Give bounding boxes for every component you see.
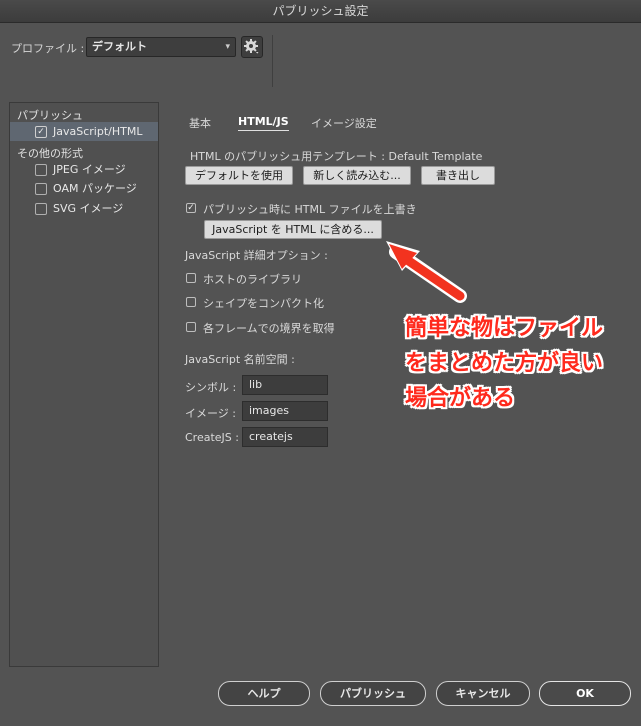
profile-label: プロファイル : <box>11 42 85 55</box>
createjs-namespace-input[interactable]: createjs <box>242 427 328 447</box>
profile-select[interactable]: デフォルト ▾ <box>86 37 236 57</box>
sidebar-item-checkbox[interactable]: ✓ <box>35 126 47 138</box>
template-text: HTML のパブリッシュ用テンプレート : Default Template <box>190 150 483 163</box>
window-title: パブリッシュ設定 <box>0 0 641 23</box>
profile-select-value: デフォルト <box>92 40 147 53</box>
annotation-text: 簡単な物はファイル をまとめた方が良い 場合がある <box>405 311 635 416</box>
import-new-button[interactable]: 新しく読み込む... <box>303 166 411 185</box>
tab-image-settings[interactable]: イメージ設定 <box>311 115 377 131</box>
tab-basic[interactable]: 基本 <box>189 115 211 131</box>
sidebar-item-oam[interactable]: OAM パッケージ <box>10 179 158 198</box>
sidebar-section-other: その他の形式 <box>17 147 83 160</box>
sidebar-item-label: JPEG イメージ <box>53 163 126 176</box>
compact-shapes-label: シェイプをコンパクト化 <box>203 297 324 310</box>
sidebar-item-label: JavaScript/HTML <box>53 125 143 138</box>
export-button[interactable]: 書き出し <box>421 166 495 185</box>
publish-button[interactable]: パブリッシュ <box>320 681 426 706</box>
sidebar-item-label: SVG イメージ <box>53 202 124 215</box>
sidebar-item-label: OAM パッケージ <box>53 182 137 195</box>
overwrite-html-checkbox[interactable]: ✓ <box>186 203 196 213</box>
profile-options-button[interactable] <box>241 36 263 58</box>
multiframe-bounds-label: 各フレームでの境界を取得 <box>203 322 335 335</box>
images-namespace-input[interactable]: images <box>242 401 328 421</box>
sidebar-item-checkbox[interactable] <box>35 164 47 176</box>
use-default-button[interactable]: デフォルトを使用 <box>185 166 293 185</box>
advanced-options-heading: JavaScript 詳細オプション : <box>185 249 328 262</box>
images-namespace-label: イメージ : <box>185 407 236 420</box>
host-libraries-checkbox[interactable] <box>186 273 196 283</box>
overwrite-html-label: パブリッシュ時に HTML ファイルを上書き <box>203 203 417 216</box>
help-button[interactable]: ヘルプ <box>218 681 310 706</box>
tab-html-js[interactable]: HTML/JS <box>238 115 289 131</box>
compact-shapes-checkbox[interactable] <box>186 297 196 307</box>
header-divider <box>272 35 273 87</box>
sidebar-section-publish: パブリッシュ <box>17 109 83 122</box>
symbols-namespace-input[interactable]: lib <box>242 375 328 395</box>
sidebar-item-svg[interactable]: SVG イメージ <box>10 199 158 218</box>
createjs-namespace-label: CreateJS : <box>185 431 239 444</box>
gear-icon <box>244 39 259 54</box>
chevron-down-icon: ▾ <box>225 42 230 52</box>
host-libraries-label: ホストのライブラリ <box>203 273 302 286</box>
annotation-line: 場合がある <box>405 386 516 411</box>
annotation-line: 簡単な物はファイル <box>405 316 604 341</box>
symbols-namespace-label: シンボル : <box>185 381 237 394</box>
sidebar-item-javascript-html[interactable]: ✓ JavaScript/HTML <box>10 122 158 141</box>
sidebar-item-checkbox[interactable] <box>35 203 47 215</box>
annotation-line: をまとめた方が良い <box>405 351 604 376</box>
multiframe-bounds-checkbox[interactable] <box>186 322 196 332</box>
cancel-button[interactable]: キャンセル <box>436 681 530 706</box>
namespace-heading: JavaScript 名前空間 : <box>185 353 295 366</box>
ok-button[interactable]: OK <box>539 681 631 706</box>
sidebar-item-checkbox[interactable] <box>35 183 47 195</box>
include-js-button[interactable]: JavaScript を HTML に含める... <box>204 220 382 239</box>
format-sidebar: パブリッシュ ✓ JavaScript/HTML その他の形式 JPEG イメー… <box>9 102 159 667</box>
sidebar-item-jpeg[interactable]: JPEG イメージ <box>10 160 158 179</box>
